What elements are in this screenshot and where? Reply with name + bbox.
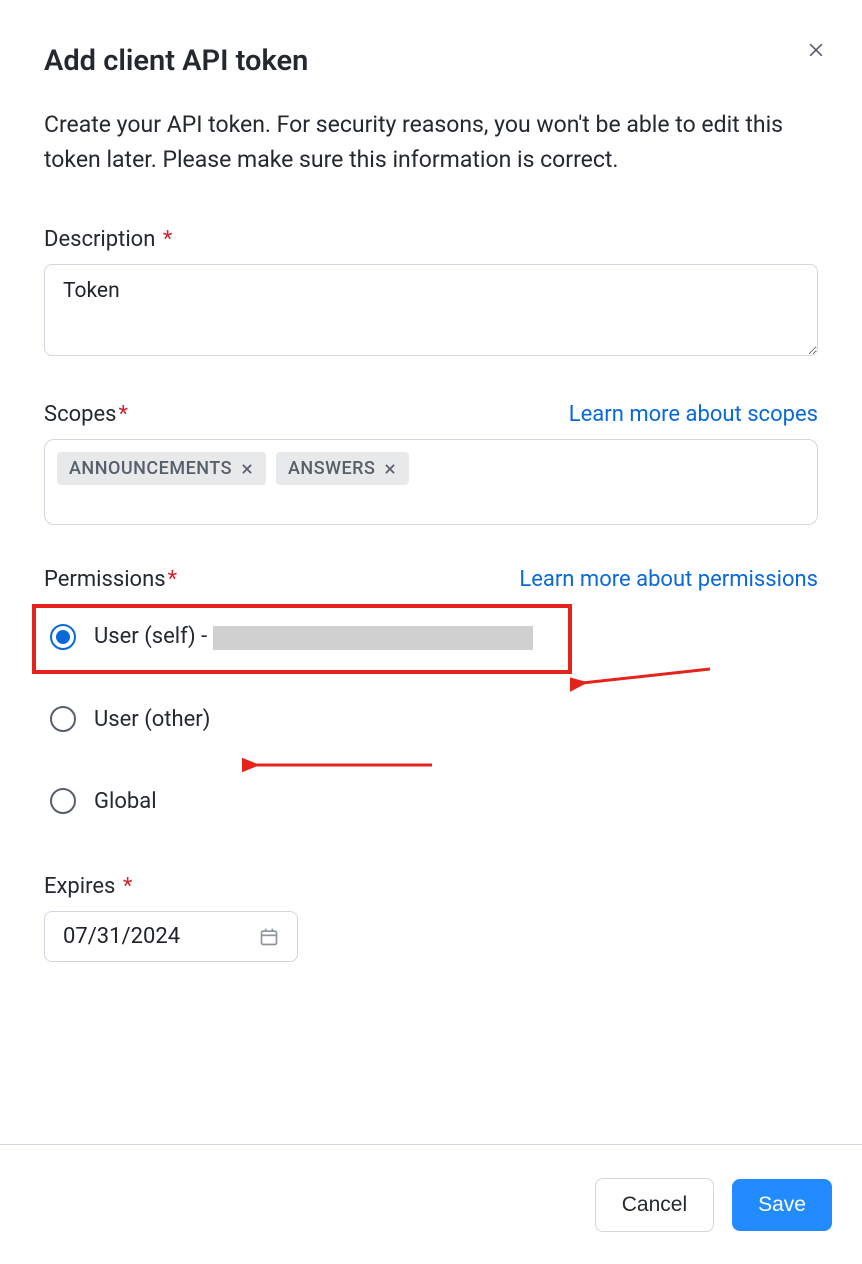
modal-subtitle: Create your API token. For security reas… — [44, 108, 818, 177]
permissions-learn-more-link[interactable]: Learn more about permissions — [519, 567, 818, 592]
permissions-field-group: Permissions* Learn more about permission… — [44, 567, 818, 826]
remove-tag-icon[interactable] — [383, 462, 397, 476]
remove-tag-icon[interactable] — [240, 462, 254, 476]
permissions-label: Permissions* — [44, 567, 177, 592]
description-input[interactable] — [44, 264, 818, 356]
save-button[interactable]: Save — [732, 1179, 832, 1231]
radio-user-other-label: User (other) — [94, 707, 210, 732]
radio-user-self-label: User (self) - — [94, 624, 533, 649]
permission-user-other-row[interactable]: User (other) — [44, 694, 818, 744]
scope-tag: ANSWERS — [276, 452, 409, 485]
scopes-learn-more-link[interactable]: Learn more about scopes — [569, 402, 818, 427]
redacted-username — [213, 626, 533, 650]
modal-footer: Cancel Save — [0, 1144, 862, 1264]
expires-input[interactable]: 07/31/2024 — [44, 911, 298, 962]
expires-field-group: Expires * 07/31/2024 — [44, 874, 818, 962]
radio-user-self[interactable] — [50, 624, 76, 650]
scope-tag-label: ANSWERS — [288, 458, 375, 479]
scope-tag-label: ANNOUNCEMENTS — [69, 458, 232, 479]
permissions-radio-group: User (self) - User (other) Global — [44, 612, 818, 826]
description-label: Description * — [44, 227, 172, 252]
cancel-button[interactable]: Cancel — [595, 1178, 714, 1232]
radio-global[interactable] — [50, 788, 76, 814]
scopes-label: Scopes* — [44, 402, 128, 427]
radio-user-other[interactable] — [50, 706, 76, 732]
add-api-token-modal: Add client API token Create your API tok… — [0, 0, 862, 1144]
expires-label: Expires * — [44, 874, 132, 899]
permission-user-self-row[interactable]: User (self) - — [44, 612, 818, 662]
scope-tag: ANNOUNCEMENTS — [57, 452, 266, 485]
modal-title: Add client API token — [44, 44, 818, 78]
scopes-input[interactable]: ANNOUNCEMENTS ANSWERS — [44, 439, 818, 525]
permission-global-row[interactable]: Global — [44, 776, 818, 826]
radio-global-label: Global — [94, 789, 157, 814]
expires-value: 07/31/2024 — [63, 924, 180, 949]
close-icon[interactable] — [804, 38, 828, 62]
calendar-icon — [259, 927, 279, 947]
scopes-field-group: Scopes* Learn more about scopes ANNOUNCE… — [44, 402, 818, 525]
description-field-group: Description * — [44, 227, 818, 360]
